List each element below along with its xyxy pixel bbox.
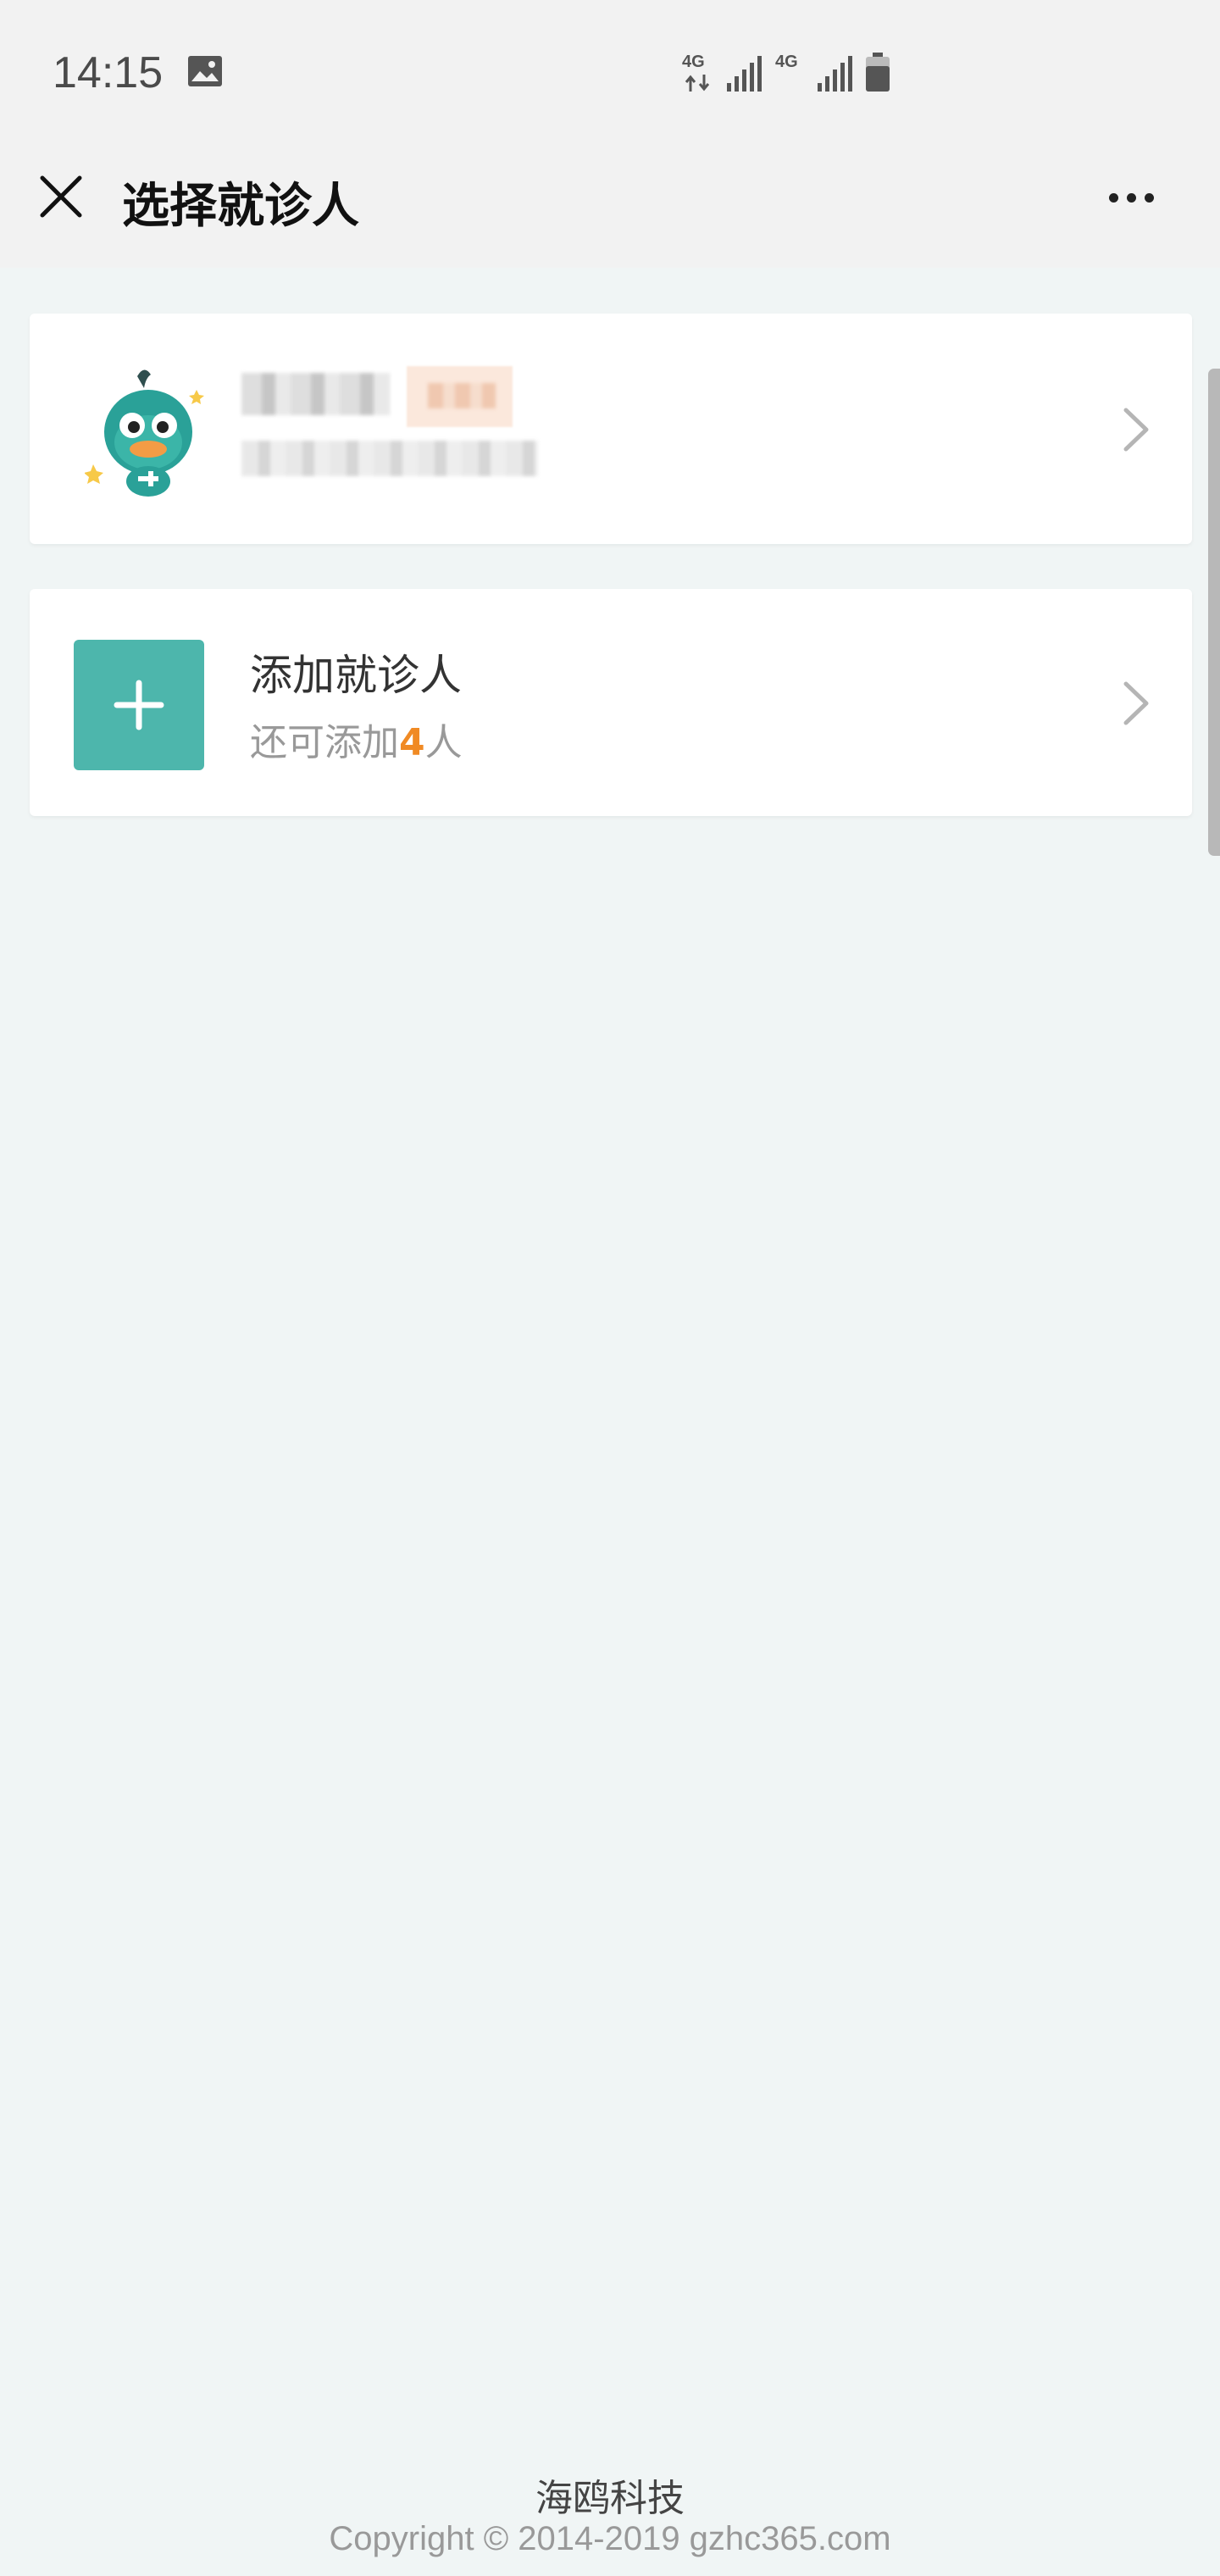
signal-icon — [818, 56, 852, 92]
chevron-right-icon — [1123, 681, 1149, 725]
more-icon — [1108, 192, 1118, 203]
patient-id-blurred — [241, 441, 538, 476]
status-time: 14:15 — [53, 48, 164, 97]
close-icon — [40, 175, 82, 218]
plus-icon — [114, 680, 164, 730]
close-button[interactable] — [34, 169, 88, 224]
add-sub-prefix: 还可添加 — [250, 721, 399, 764]
add-patient-card[interactable]: 添加就诊人 还可添加4人 — [30, 589, 1192, 816]
more-button[interactable] — [1093, 176, 1169, 219]
add-patient-title: 添加就诊人 — [250, 651, 462, 700]
scrollbar[interactable] — [1208, 369, 1220, 856]
patient-card[interactable] — [30, 314, 1192, 544]
battery-icon — [866, 53, 890, 92]
status-bar: 14:15 4G 4G — [0, 0, 1220, 146]
image-icon — [188, 56, 222, 86]
network-icon-2: 4G — [775, 53, 809, 95]
chevron-right-icon — [1123, 408, 1149, 452]
add-patient-subtitle: 还可添加4人 — [250, 712, 463, 766]
signal-icon — [727, 56, 762, 92]
patient-name-blurred — [241, 373, 390, 415]
footer-copyright: Copyright © 2014-2019 gzhc365.com — [329, 2520, 891, 2557]
add-sub-suffix: 人 — [424, 721, 463, 764]
footer-company: 海鸥科技 — [535, 2477, 685, 2520]
network-label-2: 4G — [775, 53, 798, 71]
duck-mascot-avatar — [85, 369, 204, 497]
add-button[interactable] — [74, 640, 204, 770]
data-transfer-icon: 4G — [682, 53, 716, 95]
remaining-count: 4 — [399, 721, 425, 764]
page-title: 选择就诊人 — [122, 179, 359, 234]
network-label-1: 4G — [682, 53, 705, 71]
patient-tag-text-blurred — [428, 383, 496, 408]
more-icon-dot — [1144, 192, 1154, 203]
more-icon-dot — [1126, 192, 1136, 203]
